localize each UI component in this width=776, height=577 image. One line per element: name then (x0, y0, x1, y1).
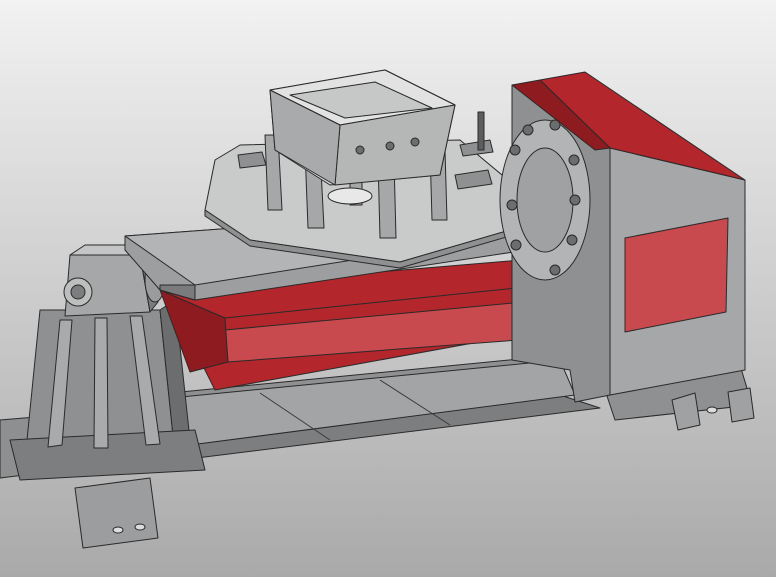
positioner-model (0, 0, 776, 577)
headstock-panel-red (624, 217, 729, 333)
foot-left-a (74, 477, 159, 549)
bolt-hole (112, 526, 124, 534)
center-cylinder (327, 187, 373, 205)
bolt-hole (134, 523, 146, 531)
bolt-hole (706, 406, 718, 414)
clamp (237, 151, 267, 169)
cad-viewport[interactable] (0, 0, 776, 577)
clamp-handle (477, 111, 485, 151)
foot-right-b (727, 387, 755, 423)
